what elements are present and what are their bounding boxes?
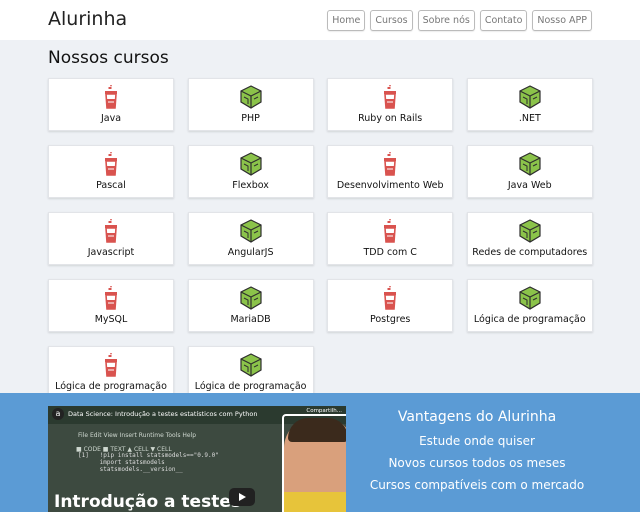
cube-icon bbox=[517, 285, 543, 311]
course-card[interactable]: Ruby on Rails bbox=[327, 78, 454, 131]
course-label: .NET bbox=[518, 113, 541, 124]
courses-section: Nossos cursos Java PHP Ruby on Rails .NET Pa… bbox=[0, 40, 640, 399]
video-player[interactable]: a Data Science: Introdução a testes esta… bbox=[48, 406, 346, 512]
course-label: TDD com C bbox=[363, 247, 417, 258]
video-code: [1] !pip install statsmodels=="0.9.0" im… bbox=[78, 452, 219, 473]
advantage-item: Cursos compatíveis com o mercado bbox=[369, 478, 585, 492]
nav-home[interactable]: Home bbox=[327, 10, 366, 31]
advantages-heading: Vantagens do Alurinha bbox=[397, 409, 557, 425]
cube-icon bbox=[238, 218, 264, 244]
site-header: Alurinha Home Cursos Sobre nós Contato N… bbox=[0, 0, 640, 40]
section-title: Nossos cursos bbox=[48, 48, 169, 68]
cube-icon bbox=[238, 285, 264, 311]
cube-icon bbox=[238, 84, 264, 110]
course-card[interactable]: Lógica de programação bbox=[466, 279, 593, 332]
flask-icon bbox=[98, 84, 124, 110]
course-label: Java bbox=[100, 113, 122, 124]
course-card[interactable]: Pascal bbox=[48, 145, 174, 198]
course-label: Lógica de programação bbox=[194, 381, 307, 392]
flask-icon bbox=[98, 218, 124, 244]
course-label: MySQL bbox=[94, 314, 128, 325]
cube-icon bbox=[517, 84, 543, 110]
nav-cursos[interactable]: Cursos bbox=[370, 10, 413, 31]
play-button-icon[interactable] bbox=[229, 488, 255, 506]
course-label: Ruby on Rails bbox=[358, 113, 423, 124]
flask-icon bbox=[98, 285, 124, 311]
course-label: Postgres bbox=[369, 314, 411, 325]
cube-icon bbox=[238, 352, 264, 378]
course-card[interactable]: AngularJS bbox=[187, 212, 314, 265]
advantages-list: Vantagens do Alurinha Estude onde quiser… bbox=[356, 409, 598, 500]
video-title[interactable]: Data Science: Introdução a testes estatí… bbox=[68, 410, 257, 418]
course-label: Flexbox bbox=[232, 180, 269, 191]
course-label: Pascal bbox=[96, 180, 126, 191]
video-notebook-menu: File Edit View Insert Runtime Tools Help bbox=[78, 432, 197, 439]
course-card[interactable]: .NET bbox=[466, 78, 593, 131]
main-nav: Home Cursos Sobre nós Contato Nosso APP bbox=[327, 10, 592, 31]
courses-grid: Java PHP Ruby on Rails .NET Pascal Flexbox Des… bbox=[48, 78, 593, 399]
course-card[interactable]: Flexbox bbox=[187, 145, 314, 198]
course-card[interactable]: Postgres bbox=[327, 279, 454, 332]
advantage-item: Estude onde quiser bbox=[419, 434, 535, 448]
presenter-frame bbox=[282, 414, 346, 512]
nav-sobre-nos[interactable]: Sobre nós bbox=[417, 10, 475, 31]
course-label: Redes de computadores bbox=[472, 247, 588, 258]
course-card[interactable]: Javascript bbox=[48, 212, 174, 265]
cube-icon bbox=[517, 151, 543, 177]
course-card[interactable]: PHP bbox=[187, 78, 314, 131]
course-card[interactable]: Lógica de programação bbox=[187, 346, 314, 399]
course-label: Desenvolvimento Web bbox=[336, 180, 444, 191]
cube-icon bbox=[238, 151, 264, 177]
course-card[interactable]: MariaDB bbox=[187, 279, 314, 332]
flask-icon bbox=[98, 352, 124, 378]
course-card[interactable]: Redes de computadores bbox=[466, 212, 593, 265]
course-card[interactable]: Desenvolvimento Web bbox=[327, 145, 454, 198]
flask-icon bbox=[377, 218, 403, 244]
channel-logo[interactable]: a bbox=[52, 408, 64, 420]
course-label: Lógica de programação bbox=[55, 381, 167, 392]
course-label: AngularJS bbox=[227, 247, 274, 258]
flask-icon bbox=[377, 84, 403, 110]
course-card[interactable]: Java Web bbox=[466, 145, 593, 198]
advantages-section: a Data Science: Introdução a testes esta… bbox=[0, 393, 640, 512]
flask-icon bbox=[98, 151, 124, 177]
video-big-title: Introdução a testes bbox=[54, 492, 241, 512]
flask-icon bbox=[377, 285, 403, 311]
course-label: PHP bbox=[241, 113, 260, 124]
course-card[interactable]: TDD com C bbox=[327, 212, 454, 265]
course-card[interactable]: Lógica de programação bbox=[48, 346, 174, 399]
advantage-item: Novos cursos todos os meses bbox=[388, 456, 566, 470]
course-label: Lógica de programação bbox=[473, 314, 586, 325]
nav-contato[interactable]: Contato bbox=[479, 10, 528, 31]
course-card[interactable]: Java bbox=[48, 78, 174, 131]
flask-icon bbox=[377, 151, 403, 177]
nav-nosso-app[interactable]: Nosso APP bbox=[532, 10, 592, 31]
course-label: Javascript bbox=[87, 247, 135, 258]
course-label: Java Web bbox=[507, 180, 552, 191]
site-logo[interactable]: Alurinha bbox=[48, 8, 127, 30]
cube-icon bbox=[517, 218, 543, 244]
course-label: MariaDB bbox=[230, 314, 271, 325]
course-card[interactable]: MySQL bbox=[48, 279, 174, 332]
